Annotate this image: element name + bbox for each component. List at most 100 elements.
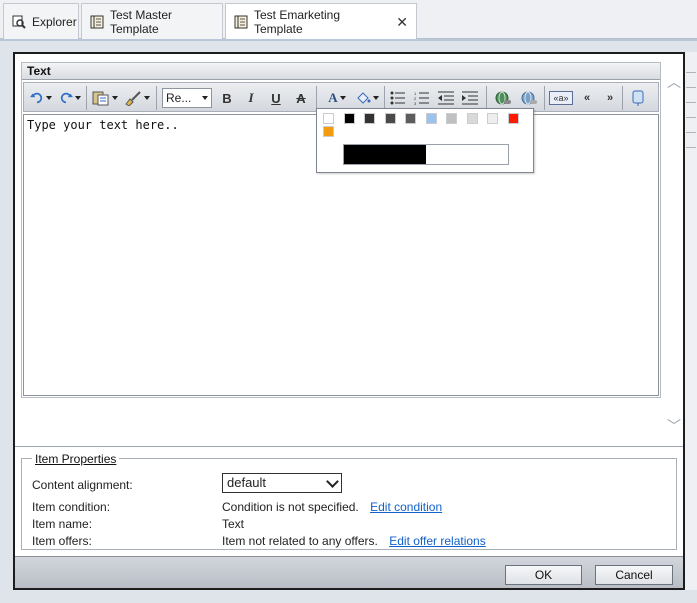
cancel-button[interactable]: Cancel	[595, 565, 673, 585]
toolbar-separator	[486, 86, 487, 110]
color-swatch[interactable]	[507, 113, 519, 124]
template-icon	[234, 15, 248, 29]
chevron-down-icon	[339, 96, 346, 100]
color-swatch[interactable]	[323, 113, 334, 124]
color-swatch[interactable]	[425, 113, 437, 124]
close-icon[interactable]: ✕	[396, 14, 408, 31]
tab-bar: Explorer Test Master Template Test Emark…	[0, 0, 697, 40]
color-swatch[interactable]	[323, 126, 334, 137]
item-offers-value: Item not related to any offers. Edit off…	[222, 534, 486, 548]
color-swatch[interactable]	[466, 113, 478, 124]
chevron-down-icon	[373, 96, 379, 100]
color-swatch[interactable]	[405, 113, 416, 124]
toolbar-separator	[316, 86, 317, 110]
scroll-down-icon[interactable]: ﹀	[667, 416, 681, 436]
item-properties-panel: Item Properties Content alignment: defau…	[21, 452, 677, 550]
source-button[interactable]	[628, 88, 648, 108]
open-quote-button[interactable]: «	[579, 88, 595, 108]
chevron-down-icon	[46, 96, 52, 100]
brush-icon	[125, 91, 141, 106]
numbered-list-icon: 123	[414, 91, 429, 105]
color-swatch[interactable]	[446, 113, 457, 124]
font-color-button[interactable]: A	[324, 88, 350, 108]
gradient-fill	[344, 145, 426, 164]
strikethrough-button[interactable]: A	[291, 88, 311, 108]
tab-test-emarketing-template[interactable]: Test Emarketing Template ✕	[225, 3, 417, 40]
insert-link-button[interactable]	[492, 88, 514, 108]
clean-format-button[interactable]	[122, 88, 152, 108]
color-swatch[interactable]	[364, 113, 375, 124]
toolbar-separator	[544, 86, 545, 110]
dialog-footer: OK Cancel	[15, 556, 683, 588]
section-divider	[15, 446, 683, 447]
item-name-value: Text	[222, 517, 245, 531]
font-color-icon: A	[328, 90, 338, 105]
bullet-list-button[interactable]	[388, 88, 408, 108]
underline-button[interactable]: U	[267, 88, 285, 108]
item-name-label: Item name:	[32, 517, 93, 531]
content-alignment-select[interactable]: default	[222, 473, 342, 493]
remove-link-button[interactable]	[518, 88, 540, 108]
tab-label: Test Master Template	[110, 7, 173, 36]
color-swatch[interactable]	[343, 113, 355, 124]
paste-icon	[92, 91, 109, 106]
item-condition-text: Condition is not specified.	[222, 500, 359, 514]
toolbar-separator	[156, 86, 157, 110]
explorer-icon	[12, 15, 26, 29]
chevron-down-icon	[326, 475, 339, 488]
italic-button[interactable]: I	[242, 88, 260, 108]
bullet-list-icon	[390, 91, 405, 105]
edit-condition-link[interactable]: Edit condition	[370, 500, 442, 514]
undo-button[interactable]	[30, 88, 52, 108]
item-condition-label: Item condition:	[32, 500, 111, 514]
unlink-icon	[521, 91, 537, 105]
paragraph-format-value: Re...	[166, 91, 192, 105]
template-icon	[90, 15, 104, 29]
outdent-icon	[438, 91, 454, 105]
tab-test-master-template[interactable]: Test Master Template	[81, 3, 223, 39]
bold-button[interactable]: B	[218, 88, 236, 108]
globe-link-icon	[495, 91, 511, 105]
paste-button[interactable]	[91, 88, 119, 108]
item-offers-label: Item offers:	[32, 534, 92, 548]
item-properties-legend: Item Properties	[32, 452, 120, 466]
chevron-down-icon	[202, 96, 208, 100]
redo-icon	[60, 92, 73, 104]
content-alignment-value: default	[227, 475, 267, 490]
content-alignment-label: Content alignment:	[32, 478, 133, 492]
toolbar-separator	[86, 86, 87, 110]
color-swatch[interactable]	[384, 113, 396, 124]
chevron-down-icon	[144, 96, 150, 100]
item-offers-text: Item not related to any offers.	[222, 534, 378, 548]
tab-label: Explorer	[32, 14, 77, 29]
indent-icon	[462, 91, 478, 105]
outdent-button[interactable]	[436, 88, 456, 108]
scroll-up-icon[interactable]: ︿	[667, 72, 681, 92]
redo-button[interactable]	[59, 88, 81, 108]
toolbar-separator	[384, 86, 385, 110]
paint-bucket-icon	[357, 92, 371, 104]
undo-icon	[30, 92, 43, 104]
gutter-lines	[686, 72, 696, 162]
indent-button[interactable]	[460, 88, 480, 108]
chevron-down-icon	[112, 96, 118, 100]
toolbar-separator	[622, 86, 623, 110]
insert-field-button[interactable]: «a»	[549, 91, 573, 105]
color-swatch[interactable]	[487, 113, 498, 124]
close-quote-button[interactable]: »	[602, 88, 618, 108]
color-gradient-slider[interactable]	[343, 144, 509, 165]
ok-button[interactable]: OK	[505, 565, 582, 585]
tab-label: Test Emarketing Template	[254, 8, 341, 36]
background-color-picker	[316, 108, 534, 173]
svg-text:3: 3	[414, 101, 417, 105]
numbered-list-button[interactable]: 123	[412, 88, 432, 108]
tab-accent-line	[0, 39, 697, 41]
source-icon	[632, 90, 644, 106]
paragraph-format-select[interactable]: Re...	[162, 88, 212, 108]
edit-offer-relations-link[interactable]: Edit offer relations	[389, 534, 486, 548]
background-color-button[interactable]	[353, 88, 381, 108]
editor-section-title: Text	[22, 63, 660, 80]
tab-explorer[interactable]: Explorer	[3, 3, 79, 39]
item-condition-value: Condition is not specified. Edit conditi…	[222, 500, 442, 514]
chevron-down-icon	[75, 96, 81, 100]
